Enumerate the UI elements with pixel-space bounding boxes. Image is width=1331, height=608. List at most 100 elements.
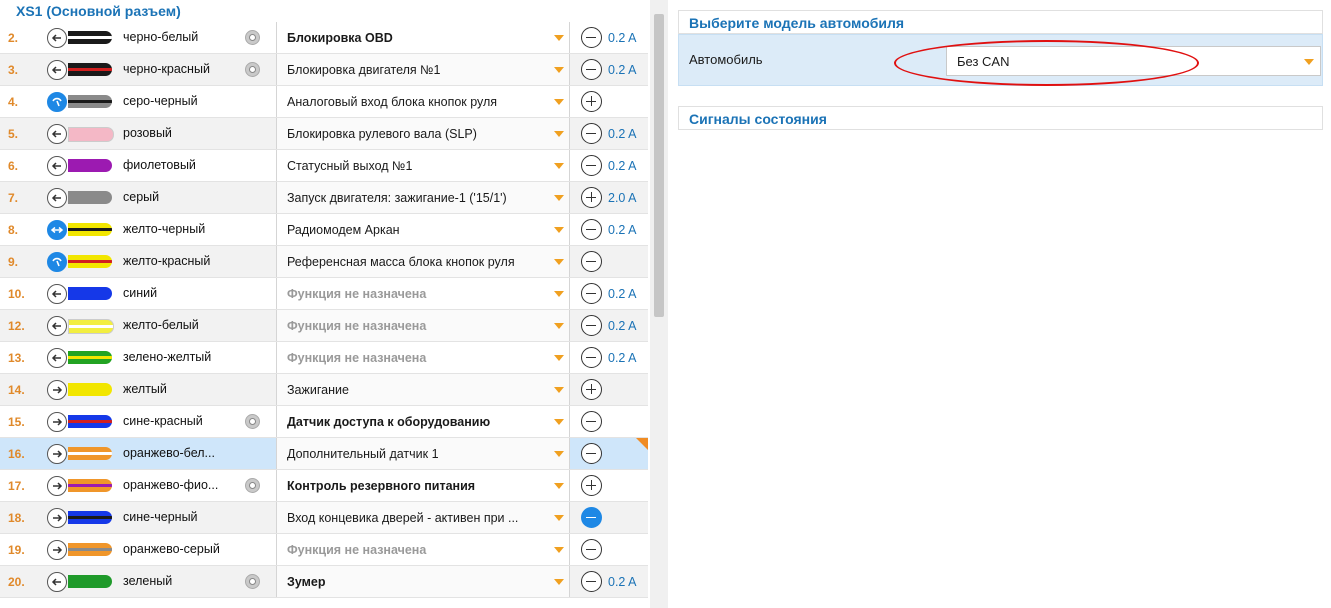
dropdown-caret-icon[interactable] <box>554 195 564 201</box>
pin-row[interactable]: 7. серый Запуск двигателя: зажигание-1 ('1… <box>0 182 648 214</box>
output-direction-icon[interactable] <box>47 60 67 80</box>
polarity-minus-icon[interactable] <box>581 539 602 560</box>
function-select[interactable]: Контроль резервного питания <box>276 470 570 501</box>
pin-row[interactable]: 13. зелено-желтый Функция не назначена 0.2 … <box>0 342 648 374</box>
input-direction-icon[interactable] <box>47 508 67 528</box>
output-direction-icon[interactable] <box>47 572 67 592</box>
bidirectional-icon[interactable] <box>47 220 67 240</box>
dropdown-caret-icon[interactable] <box>554 99 564 105</box>
dropdown-caret-icon[interactable] <box>554 227 564 233</box>
function-select[interactable]: Датчик доступа к оборудованию <box>276 406 570 437</box>
pin-row[interactable]: 16. оранжево-бел... Дополнительный датчик … <box>0 438 648 470</box>
polarity-minus-icon[interactable] <box>581 155 602 176</box>
function-select[interactable]: Блокировка двигателя №1 <box>276 54 570 85</box>
output-direction-icon[interactable] <box>47 156 67 176</box>
pin-row[interactable]: 5. розовый Блокировка рулевого вала (SLP) 0… <box>0 118 648 150</box>
pin-row[interactable]: 3. черно-красный Блокировка двигателя №1 0.… <box>0 54 648 86</box>
dropdown-caret-icon[interactable] <box>554 291 564 297</box>
pin-row[interactable]: 15. сине-красный Датчик доступа к оборудов… <box>0 406 648 438</box>
polarity-plus-icon[interactable] <box>581 91 602 112</box>
pin-row[interactable]: 17. оранжево-фио... Контроль резервного пи… <box>0 470 648 502</box>
function-select[interactable]: Функция не назначена <box>276 278 570 309</box>
output-direction-icon[interactable] <box>47 124 67 144</box>
dropdown-caret-icon[interactable] <box>554 579 564 585</box>
input-direction-icon[interactable] <box>47 380 67 400</box>
pin-row[interactable]: 20. зеленый Зумер 0.2 A <box>0 566 648 598</box>
output-direction-icon[interactable] <box>47 28 67 48</box>
dropdown-caret-icon[interactable] <box>554 35 564 41</box>
dropdown-caret-icon[interactable] <box>554 483 564 489</box>
dropdown-caret-icon[interactable] <box>554 67 564 73</box>
pin-row[interactable]: 19. оранжево-серый Функция не назначена <box>0 534 648 566</box>
function-select[interactable]: Зумер <box>276 566 570 597</box>
output-direction-icon[interactable] <box>47 348 67 368</box>
dropdown-caret-icon[interactable] <box>554 163 564 169</box>
function-select[interactable]: Дополнительный датчик 1 <box>276 438 570 469</box>
dropdown-caret-icon[interactable] <box>1304 59 1314 65</box>
pin-row[interactable]: 9. желто-красный Референсная масса блока к… <box>0 246 648 278</box>
polarity-plus-icon[interactable] <box>581 187 602 208</box>
pin-row[interactable]: 12. желто-белый Функция не назначена 0.2 A <box>0 310 648 342</box>
settings-gear-icon[interactable] <box>245 414 260 429</box>
function-select[interactable]: Вход концевика дверей - активен при ... <box>276 502 570 533</box>
function-select[interactable]: Функция не назначена <box>276 534 570 565</box>
polarity-minus-icon[interactable] <box>581 27 602 48</box>
dropdown-caret-icon[interactable] <box>554 515 564 521</box>
input-direction-icon[interactable] <box>47 476 67 496</box>
polarity-minus-icon[interactable] <box>581 251 602 272</box>
function-select[interactable]: Статусный выход №1 <box>276 150 570 181</box>
pin-row[interactable]: 6. фиолетовый Статусный выход №1 0.2 A <box>0 150 648 182</box>
polarity-minus-icon[interactable] <box>581 443 602 464</box>
polarity-minus-icon[interactable] <box>581 219 602 240</box>
dropdown-caret-icon[interactable] <box>554 419 564 425</box>
polarity-minus-icon[interactable] <box>581 411 602 432</box>
settings-gear-icon[interactable] <box>245 62 260 77</box>
function-select[interactable]: Функция не назначена <box>276 310 570 341</box>
dropdown-caret-icon[interactable] <box>554 323 564 329</box>
output-direction-icon[interactable] <box>47 284 67 304</box>
dropdown-caret-icon[interactable] <box>554 259 564 265</box>
dropdown-caret-icon[interactable] <box>554 355 564 361</box>
function-select[interactable]: Блокировка рулевого вала (SLP) <box>276 118 570 149</box>
settings-gear-icon[interactable] <box>245 478 260 493</box>
polarity-minus-icon[interactable] <box>581 123 602 144</box>
pin-row[interactable]: 18. сине-черный Вход концевика дверей - ак… <box>0 502 648 534</box>
function-select[interactable]: Функция не назначена <box>276 342 570 373</box>
polarity-minus-icon[interactable] <box>581 283 602 304</box>
dropdown-caret-icon[interactable] <box>554 547 564 553</box>
function-select[interactable]: Зажигание <box>276 374 570 405</box>
polarity-minus-icon[interactable] <box>581 347 602 368</box>
pin-row[interactable]: 14. желтый Зажигание <box>0 374 648 406</box>
polarity-minus-icon[interactable] <box>581 571 602 592</box>
status-signals-section-title[interactable]: Сигналы состояния <box>678 106 1323 130</box>
settings-gear-icon[interactable] <box>245 30 260 45</box>
function-select[interactable]: Радиомодем Аркан <box>276 214 570 245</box>
pin-row[interactable]: 10. синий Функция не назначена 0.2 A <box>0 278 648 310</box>
polarity-plus-icon[interactable] <box>581 475 602 496</box>
pin-row[interactable]: 2. черно-белый Блокировка OBD 0.2 A <box>0 22 648 54</box>
analog-gauge-icon[interactable] <box>47 252 67 272</box>
pin-row[interactable]: 8. желто-черный Радиомодем Аркан 0.2 A <box>0 214 648 246</box>
dropdown-caret-icon[interactable] <box>554 387 564 393</box>
input-direction-icon[interactable] <box>47 444 67 464</box>
polarity-minus-icon[interactable] <box>581 315 602 336</box>
function-select[interactable]: Блокировка OBD <box>276 22 570 53</box>
function-label: Зумер <box>287 575 326 589</box>
polarity-plus-icon[interactable] <box>581 379 602 400</box>
output-direction-icon[interactable] <box>47 316 67 336</box>
analog-gauge-icon[interactable] <box>47 92 67 112</box>
dropdown-caret-icon[interactable] <box>554 451 564 457</box>
scrollbar-thumb[interactable] <box>654 14 664 317</box>
function-select[interactable]: Референсная масса блока кнопок руля <box>276 246 570 277</box>
settings-gear-icon[interactable] <box>245 574 260 589</box>
polarity-minus-icon[interactable] <box>581 59 602 80</box>
output-direction-icon[interactable] <box>47 188 67 208</box>
pin-row[interactable]: 4. серо-черный Аналоговый вход блока кнопо… <box>0 86 648 118</box>
input-direction-icon[interactable] <box>47 412 67 432</box>
input-direction-icon[interactable] <box>47 540 67 560</box>
dropdown-caret-icon[interactable] <box>554 131 564 137</box>
polarity-minus-active-icon[interactable] <box>581 507 602 528</box>
function-select[interactable]: Аналоговый вход блока кнопок руля <box>276 86 570 117</box>
function-select[interactable]: Запуск двигателя: зажигание-1 ('15/1') <box>276 182 570 213</box>
scrollbar[interactable] <box>650 0 668 608</box>
